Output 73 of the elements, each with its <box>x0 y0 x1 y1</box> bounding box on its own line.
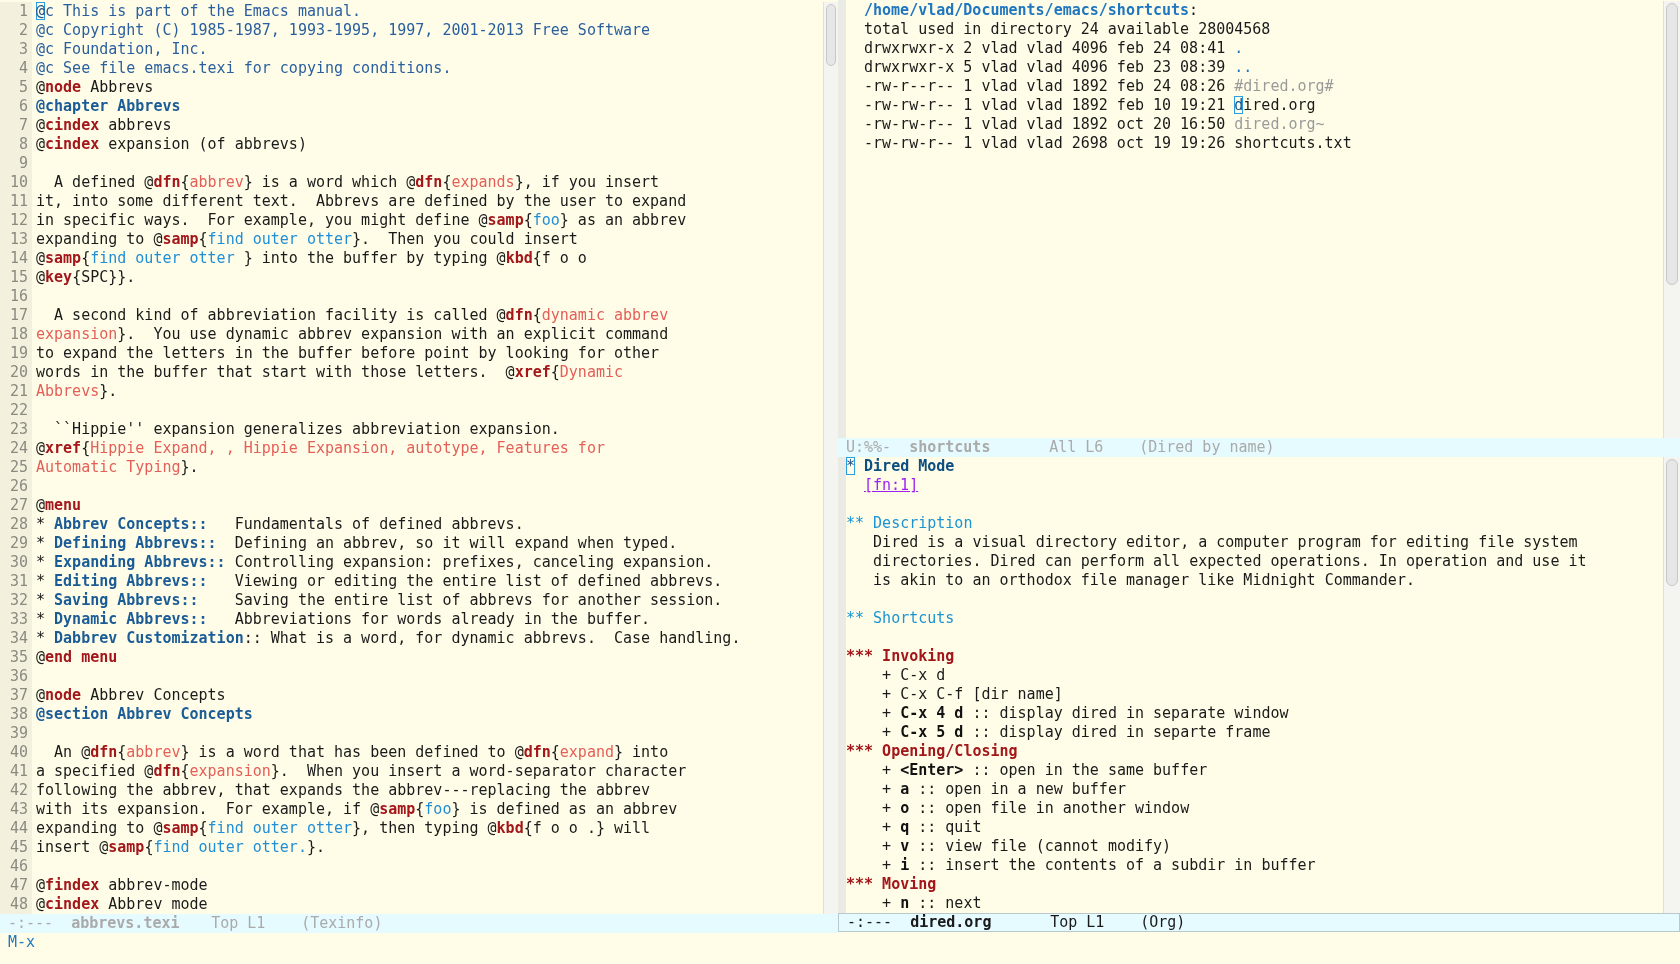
code-line: An @dfn{abbrev} is a word that has been defined to @dfn{expand} into <box>53 743 669 762</box>
org-line: + i :: insert the contents of a subdir in buffer <box>881 856 1316 875</box>
directory-listing-line: -rw-rw-r-- 1 vlad vlad 2698 oct 19 19:26 shortcuts.txt <box>864 134 1352 153</box>
org-line: *** Opening/Closing <box>846 742 1018 761</box>
directory-listing-line: -rw-rw-r-- 1 vlad vlad 1892 oct 20 16:50 dired.org~ <box>864 115 1325 134</box>
directory-listing-line: drwxrwxr-x 5 vlad vlad 4096 feb 23 08:39 .. <box>864 58 1253 77</box>
org-line: + C-x d <box>881 666 946 685</box>
code-line: * Editing Abbrevs:: Viewing or editing the entire list of defined abbrevs. <box>35 572 723 591</box>
directory-listing-line: drwxrwxr-x 2 vlad vlad 4096 feb 24 08:41 . <box>864 39 1244 58</box>
code-line: @node Abbrevs <box>35 78 154 97</box>
org-line: + n :: next <box>881 894 982 913</box>
code-line: @chapter Abbrevs <box>35 97 181 116</box>
code-line: A second kind of abbreviation facility is called @dfn{dynamic abbrev <box>53 306 669 325</box>
org-line: + q :: quit <box>881 818 982 837</box>
code-line: @key{SPC}}. <box>35 268 136 287</box>
directory-listing-line: -rw-rw-r-- 1 vlad vlad 1892 feb 10 19:21 dired.org <box>864 96 1316 115</box>
code-line: * Dynamic Abbrevs:: Abbreviations for words already in the buffer. <box>35 610 651 629</box>
scrollbar[interactable] <box>823 2 838 914</box>
code-line: @cindex Abbrev mode <box>35 895 208 914</box>
code-line: * Defining Abbrevs:: Defining an abbrev, so it will expand when typed. <box>35 534 678 553</box>
code-line: insert @samp{find outer otter.}. <box>35 838 325 857</box>
code-line: @findex abbrev-mode <box>35 876 208 895</box>
code-line: * Saving Abbrevs:: Saving the entire list of abbrevs for another session. <box>35 591 723 610</box>
code-line: @node Abbrev Concepts <box>35 686 226 705</box>
code-line: @c Foundation, Inc. <box>35 40 208 59</box>
code-line: * Dabbrev Customization:: What is a word, for dynamic abbrevs. Case handling. <box>35 629 741 648</box>
code-line: @xref{Hippie Expand, , Hippie Expansion, autotype, Features for <box>35 439 605 458</box>
org-line: + C-x 5 d :: display dired in separte frame <box>881 723 1271 742</box>
scrollbar[interactable] <box>1663 1 1680 438</box>
code-line: @samp{find outer otter } into the buffer by typing @kbd{f o o <box>35 249 587 268</box>
code-line: @menu <box>35 496 82 515</box>
code-line: words in the buffer that start with those letters. @xref{Dynamic <box>35 363 623 382</box>
org-line: *** Moving <box>846 875 937 894</box>
code-line: ``Hippie'' expansion generalizes abbreviation expansion. <box>53 420 560 439</box>
code-line: a specified @dfn{expansion}. When you insert a word-separator character <box>35 762 687 781</box>
org-line: [fn:1] <box>863 476 919 495</box>
org-line: + <Enter> :: open in the same buffer <box>881 761 1208 780</box>
code-line: it, into some different text. Abbrevs are defined by the user to expand <box>35 192 687 211</box>
code-line: in specific ways. For example, you might define @samp{foo} as an abbrev <box>35 211 687 230</box>
code-line: @end menu <box>35 648 118 667</box>
org-line: + C-x 4 d :: display dired in separate window <box>881 704 1289 723</box>
org-line: + o :: open file in another window <box>881 799 1190 818</box>
directory-listing-line: total used in directory 24 available 28004568 <box>864 20 1271 39</box>
org-line: directories. Dired can perform all expected operations. In operation and use it <box>872 552 1587 571</box>
directory-listing-line: /home/vlad/Documents/emacs/shortcuts: <box>864 1 1199 20</box>
code-line: expanding to @samp{find outer otter}. Then you could insert <box>35 230 578 249</box>
code-line: following the abbrev, that expands the abbrev---replacing the abbrev <box>35 781 651 800</box>
code-line: A defined @dfn{abbrev} is a word which @dfn{expands}, if you insert <box>53 173 660 192</box>
org-line: is akin to an orthodox file manager like Midnight Commander. <box>872 571 1415 590</box>
code-line: @c Copyright (C) 1985-1987, 1993-1995, 1997, 2001-2013 Free Software <box>35 21 651 40</box>
code-line: @cindex expansion (of abbrevs) <box>35 135 307 154</box>
org-line: Dired is a visual directory editor, a computer program for editing file system <box>872 533 1578 552</box>
org-line: ** Description <box>846 514 973 533</box>
org-line: + v :: view file (cannot modify) <box>881 837 1172 856</box>
code-line: Abbrevs}. <box>35 382 118 401</box>
code-line: Automatic Typing}. <box>35 458 199 477</box>
code-line: @c See file emacs.texi for copying conditions. <box>35 59 452 78</box>
code-line: to expand the letters in the buffer before point by looking for other <box>35 344 660 363</box>
code-line: with its expansion. For example, if @samp{foo} is defined as an abbrev <box>35 800 678 819</box>
org-line: *** Invoking <box>846 647 955 666</box>
directory-listing-line: -rw-r--r-- 1 vlad vlad 1892 feb 24 08:26 #dired.org# <box>864 77 1334 96</box>
org-line: + a :: open in a new buffer <box>881 780 1126 799</box>
code-line: expanding to @samp{find outer otter}, then typing @kbd{f o o .} will <box>35 819 651 838</box>
code-line: * Abbrev Concepts:: Fundamentals of defined abbrevs. <box>35 515 524 534</box>
org-line: ** Shortcuts <box>846 609 955 628</box>
code-line: @section Abbrev Concepts <box>35 705 253 724</box>
code-line: expansion}. You use dynamic abbrev expansion with an explicit command <box>35 325 669 344</box>
minibuffer-prompt[interactable]: M-x <box>8 933 36 951</box>
code-line: @cindex abbrevs <box>35 116 172 135</box>
scrollbar[interactable] <box>1663 457 1680 913</box>
org-line: + C-x C-f [dir name] <box>881 685 1063 704</box>
code-line: * Expanding Abbrevs:: Controlling expansion: prefixes, canceling expansion. <box>35 553 714 572</box>
org-line: * Dired Mode <box>846 457 955 476</box>
